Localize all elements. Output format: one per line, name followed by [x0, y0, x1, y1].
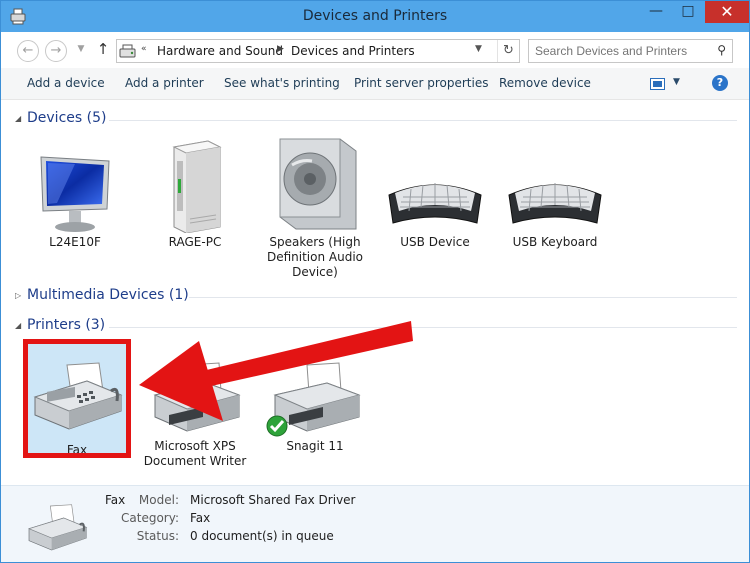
annotation-arrow: [139, 321, 413, 421]
details-model-label: Model:: [138, 493, 179, 507]
details-status-value: 0 document(s) in queue: [190, 529, 334, 543]
details-pane: Fax Model: Microsoft Shared Fax Driver C…: [1, 485, 749, 562]
details-category-label: Category:: [121, 511, 179, 525]
fax-icon: [28, 504, 88, 551]
details-status-label: Status:: [136, 529, 179, 543]
details-model-value: Microsoft Shared Fax Driver: [190, 493, 356, 507]
devices-and-printers-window: Devices and Printers — □ ✕ ← → ▼ ↑ « Har…: [0, 0, 750, 563]
details-category-value: Fax: [190, 511, 211, 525]
